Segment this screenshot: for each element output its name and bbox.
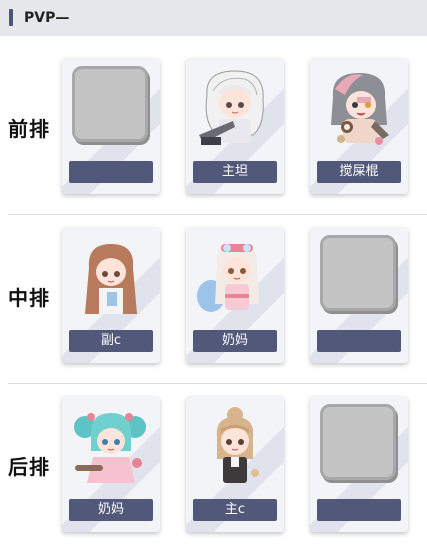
row-back: 后排 奶妈 主c	[0, 386, 427, 551]
row-label: 前排	[8, 117, 50, 141]
character-portrait	[199, 70, 264, 145]
character-portrait	[85, 244, 137, 314]
character-slot-empty[interactable]	[310, 227, 408, 363]
row-divider	[8, 214, 427, 215]
row-divider	[8, 383, 427, 384]
character-slot[interactable]: 主坦	[186, 58, 284, 194]
slot-name-label: 副c	[69, 330, 153, 352]
row-label: 后排	[8, 455, 50, 479]
character-slot-empty[interactable]	[310, 396, 408, 532]
slot-name-label	[69, 161, 153, 183]
slot-name-label	[317, 330, 401, 352]
character-portrait	[331, 73, 389, 145]
row-label: 中排	[8, 286, 50, 310]
empty-slot-placeholder	[320, 235, 396, 311]
header-accent-bar	[9, 9, 13, 26]
page-header: PVP—	[0, 0, 427, 36]
empty-slot-placeholder	[320, 404, 396, 480]
character-slot[interactable]: 奶妈	[62, 396, 160, 532]
character-portrait	[216, 407, 259, 483]
slot-name-label: 主c	[193, 499, 277, 521]
character-slot[interactable]: 搅屎棍	[310, 58, 408, 194]
character-slot-empty[interactable]	[62, 58, 160, 194]
slot-name-label	[317, 499, 401, 521]
character-portrait	[197, 244, 259, 312]
slot-name-label: 奶妈	[69, 499, 153, 521]
character-portrait	[74, 413, 146, 483]
character-slot[interactable]: 主c	[186, 396, 284, 532]
page-title: PVP—	[24, 10, 70, 26]
slot-name-label: 搅屎棍	[317, 161, 401, 183]
slot-name-label: 主坦	[193, 161, 277, 183]
character-slot[interactable]: 奶妈	[186, 227, 284, 363]
slot-name-label: 奶妈	[193, 330, 277, 352]
empty-slot-placeholder	[72, 66, 148, 142]
row-front: 前排 主坦 搅屎棍	[0, 48, 427, 215]
row-middle: 中排 副c 奶妈	[0, 217, 427, 384]
character-slot[interactable]: 副c	[62, 227, 160, 363]
